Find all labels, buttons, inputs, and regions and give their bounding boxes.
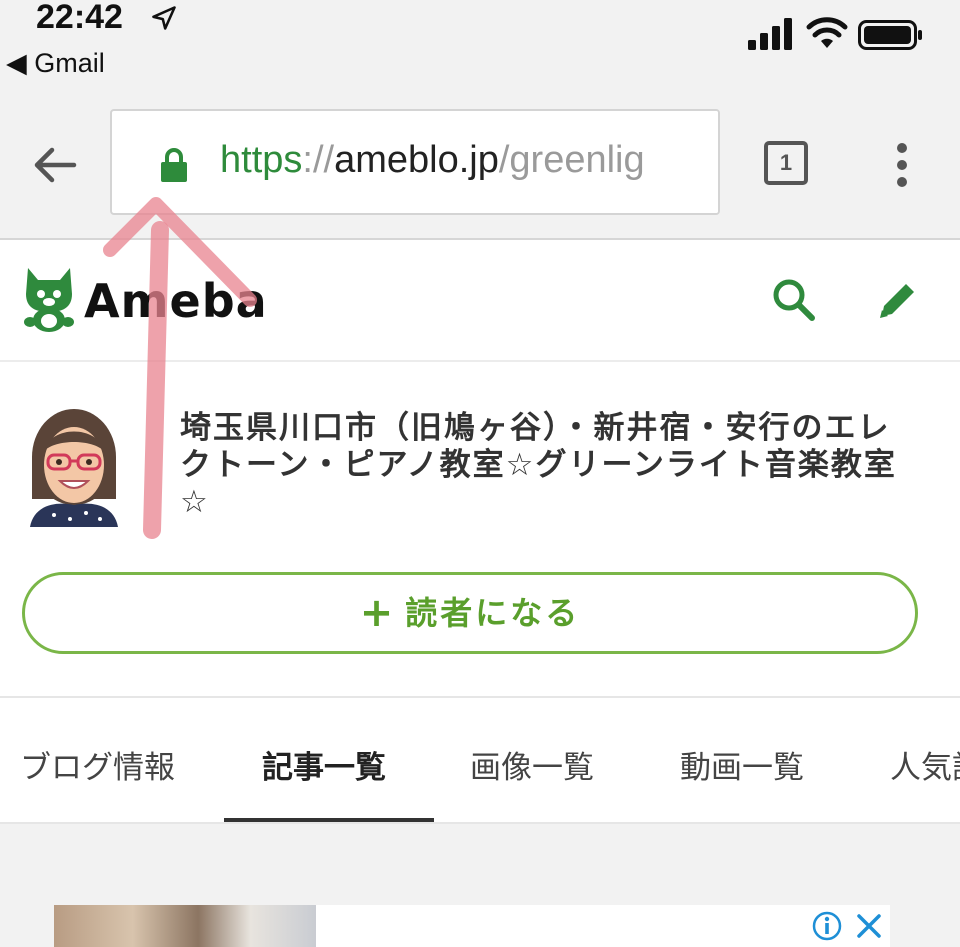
blog-tab-menu: ブログ情報 記事一覧 画像一覧 動画一覧 人気記: [0, 698, 960, 824]
browser-toolbar: https://ameblo.jp/greenlig 1: [0, 90, 960, 240]
tab-blog-info[interactable]: ブログ情報: [20, 742, 175, 787]
ameba-logo-text[interactable]: Ameba: [84, 274, 268, 328]
info-icon[interactable]: [812, 911, 842, 941]
cellular-signal-icon: [748, 18, 792, 50]
back-to-gmail-link[interactable]: ◀ Gmail: [6, 48, 105, 79]
address-bar[interactable]: https://ameblo.jp/greenlig: [110, 109, 720, 215]
url-scheme: https: [220, 139, 303, 181]
status-bar: 22:42 ◀ Gmail: [0, 0, 960, 90]
url-path: /greenlig: [498, 139, 645, 181]
follow-label: 読者になる: [405, 594, 581, 632]
lock-icon: [161, 148, 187, 182]
plus-icon: +: [359, 590, 394, 636]
blog-title[interactable]: 埼玉県川口市（旧鳩ヶ谷）・新井宿・安行のエレクトーン・ピアノ教室☆グリーンライト…: [180, 410, 910, 521]
more-menu-icon[interactable]: [890, 140, 914, 190]
ameba-mascot-icon[interactable]: [22, 264, 76, 332]
tab-article-list[interactable]: 記事一覧: [262, 742, 386, 787]
close-icon[interactable]: [854, 911, 884, 941]
avatar[interactable]: [26, 405, 122, 527]
tab-image-list[interactable]: 画像一覧: [470, 742, 594, 787]
active-tab-indicator: [224, 818, 434, 822]
battery-icon: [858, 20, 922, 50]
search-icon[interactable]: [770, 276, 816, 322]
tab-switcher-button[interactable]: 1: [764, 141, 808, 185]
back-arrow-icon[interactable]: [30, 140, 80, 190]
url-fade: [648, 111, 718, 213]
status-time: 22:42: [36, 0, 123, 36]
url-host: ameblo.jp: [334, 139, 499, 181]
location-arrow-icon: [152, 6, 176, 30]
tab-popular-articles[interactable]: 人気記: [890, 742, 960, 787]
tab-video-list[interactable]: 動画一覧: [680, 742, 804, 787]
follow-button[interactable]: + 読者になる: [22, 572, 918, 654]
wifi-icon: [806, 17, 848, 48]
ad-image[interactable]: [54, 905, 316, 947]
ameba-header: Ameba: [0, 240, 960, 362]
url-separator: ://: [302, 139, 335, 181]
url-text: https://ameblo.jp/greenlig: [220, 139, 645, 182]
ad-banner[interactable]: [54, 905, 890, 947]
edit-pencil-icon[interactable]: [876, 278, 920, 322]
